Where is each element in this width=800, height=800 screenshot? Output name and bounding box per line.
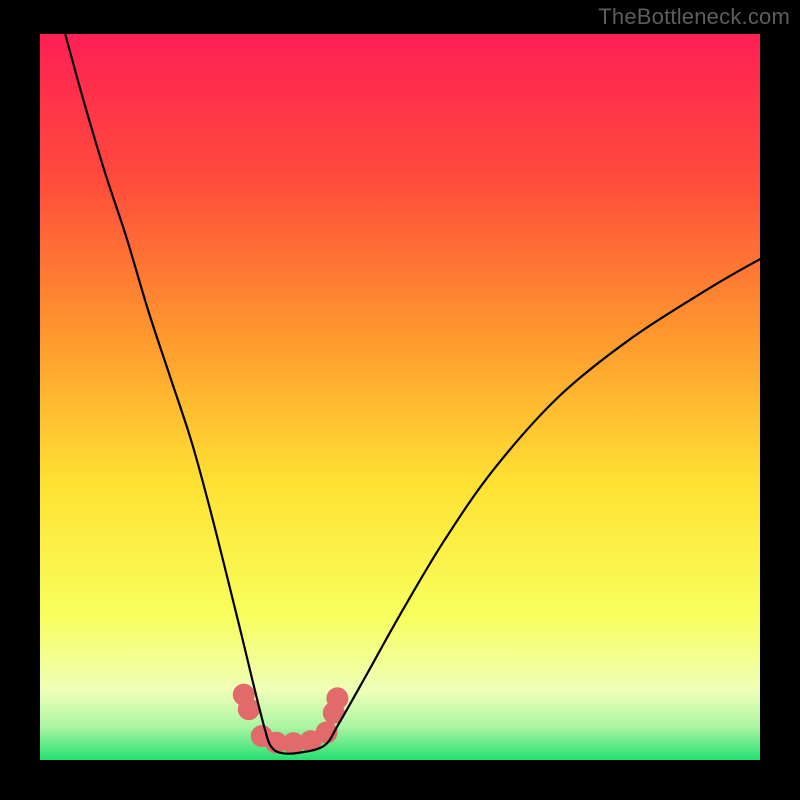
chart-frame: TheBottleneck.com [0,0,800,800]
gradient-background [40,34,760,760]
marker-dot [238,698,260,720]
plot-svg [40,34,760,760]
marker-dot [326,687,348,709]
plot-area [40,34,760,760]
watermark: TheBottleneck.com [598,4,790,30]
